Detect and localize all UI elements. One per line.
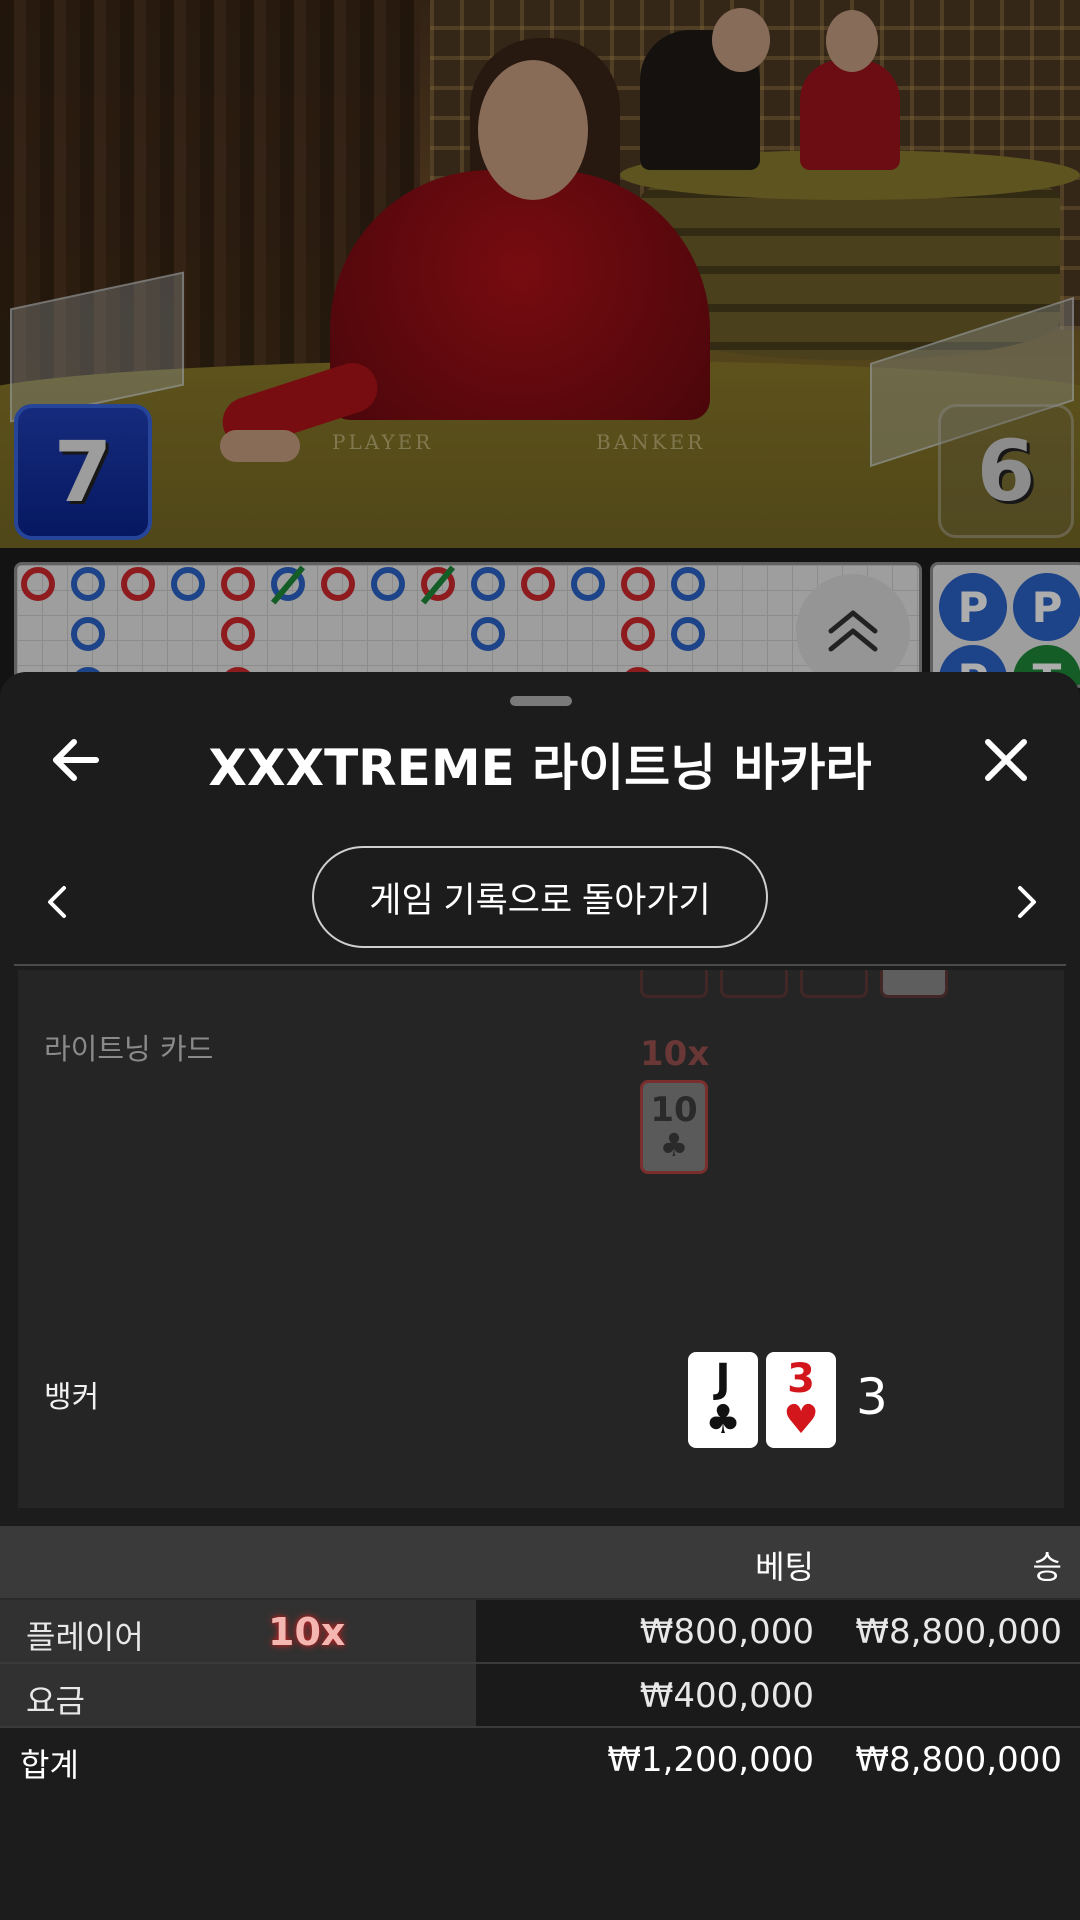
column-win-header: 승 — [1032, 1548, 1062, 1586]
bet-amount: ₩400,000 — [639, 1676, 814, 1716]
big-road-roadmap[interactable] — [14, 562, 922, 688]
double-chevron-up-icon — [828, 610, 878, 652]
chevron-right-icon — [1018, 886, 1036, 918]
bet-name: 요금 — [26, 1682, 85, 1720]
table-row: 플레이어 10x ₩800,000 ₩8,800,000 — [0, 1600, 1080, 1664]
close-button[interactable] — [978, 732, 1034, 788]
banker-ring — [621, 617, 655, 651]
bead-player: P — [1013, 573, 1080, 641]
player-ring — [671, 567, 705, 601]
banker-card: J ♣ — [688, 1352, 758, 1448]
total-label: 합계 — [20, 1746, 79, 1784]
total-row: 합계 ₩1,200,000 ₩8,800,000 — [0, 1728, 1080, 1792]
banker-ring — [21, 567, 55, 601]
card-rank: J — [715, 1356, 731, 1402]
player-ring — [71, 567, 105, 601]
win-amount: ₩8,800,000 — [855, 1612, 1062, 1652]
club-suit-icon: ♣ — [659, 1126, 689, 1164]
lightning-card-faded — [880, 970, 948, 998]
player-score: 7 — [14, 404, 152, 540]
banker-ring — [121, 567, 155, 601]
banker-card: 3 ♥ — [766, 1352, 836, 1448]
banker-hand-label: 뱅커 — [44, 1380, 100, 1415]
lightning-cards-label: 라이트닝 카드 — [44, 1032, 214, 1066]
lightning-card: 10 ♣ — [640, 1080, 708, 1174]
player-ring — [171, 567, 205, 601]
column-bet-header: 베팅 — [755, 1548, 814, 1586]
banker-ring — [521, 567, 555, 601]
banker-ring — [321, 567, 355, 601]
player-ring — [471, 567, 505, 601]
player-ring — [671, 617, 705, 651]
felt-player-label: PLAYER — [332, 430, 434, 454]
sheet-title: XXXTREME 라이트닝 바카라 — [208, 739, 872, 797]
heart-suit-icon: ♥ — [783, 1397, 819, 1443]
card-rank: 10 — [650, 1090, 698, 1130]
player-ring — [371, 567, 405, 601]
lightning-card-faded — [640, 970, 708, 998]
total-bet-amount: ₩1,200,000 — [607, 1740, 814, 1780]
lightning-card-faded — [800, 970, 868, 998]
dealer-hand — [220, 430, 300, 462]
felt-banker-label: BANKER — [596, 430, 706, 454]
lightning-card-faded — [720, 970, 788, 998]
background-host — [800, 60, 900, 170]
player-ring — [471, 617, 505, 651]
previous-round-button[interactable] — [42, 882, 72, 922]
chevron-left-icon — [48, 886, 66, 918]
dealer — [330, 170, 710, 420]
club-suit-icon: ♣ — [705, 1397, 741, 1443]
bet-multiplier: 10x — [268, 1610, 346, 1654]
bets-table-header: 베팅 승 — [0, 1526, 1080, 1600]
bets-table: 베팅 승 플레이어 10x ₩800,000 ₩8,800,000 요금 ₩40… — [0, 1526, 1080, 1792]
bet-name: 플레이어 — [26, 1618, 144, 1656]
banker-hand-total: 3 — [856, 1368, 888, 1426]
game-history-sheet: XXXTREME 라이트닝 바카라 게임 기록으로 돌아가기 라이트닝 카드 1… — [0, 672, 1080, 1920]
header-divider — [14, 964, 1066, 966]
roadmap-collapse-button[interactable] — [796, 574, 910, 688]
player-ring — [71, 617, 105, 651]
bead-player: P — [939, 573, 1007, 641]
back-to-history-button[interactable]: 게임 기록으로 돌아가기 — [312, 846, 768, 948]
background-dealer-head — [712, 8, 770, 72]
card-rank: 3 — [787, 1356, 815, 1402]
table-row: 요금 ₩400,000 — [0, 1664, 1080, 1728]
lightning-multiplier: 10x — [640, 1034, 710, 1074]
banker-score: 6 — [938, 404, 1074, 538]
bead-road[interactable]: P P P T — [930, 562, 1080, 688]
bet-amount: ₩800,000 — [639, 1612, 814, 1652]
banker-ring — [621, 567, 655, 601]
close-icon — [985, 739, 1027, 781]
live-video: PLAYER BANKER 7 6 — [0, 0, 1080, 548]
background-host-head — [826, 10, 878, 72]
player-ring — [571, 567, 605, 601]
sheet-grabber[interactable] — [510, 696, 572, 706]
total-win-amount: ₩8,800,000 — [855, 1740, 1062, 1780]
round-details-panel: 라이트닝 카드 10x 10 ♣ 뱅커 J ♣ 3 ♥ 3 — [18, 970, 1064, 1508]
banker-ring — [221, 567, 255, 601]
dealer-head — [478, 60, 588, 200]
scrolled-lightning-cards — [640, 970, 948, 998]
next-round-button[interactable] — [1012, 882, 1042, 922]
banker-ring — [221, 617, 255, 651]
